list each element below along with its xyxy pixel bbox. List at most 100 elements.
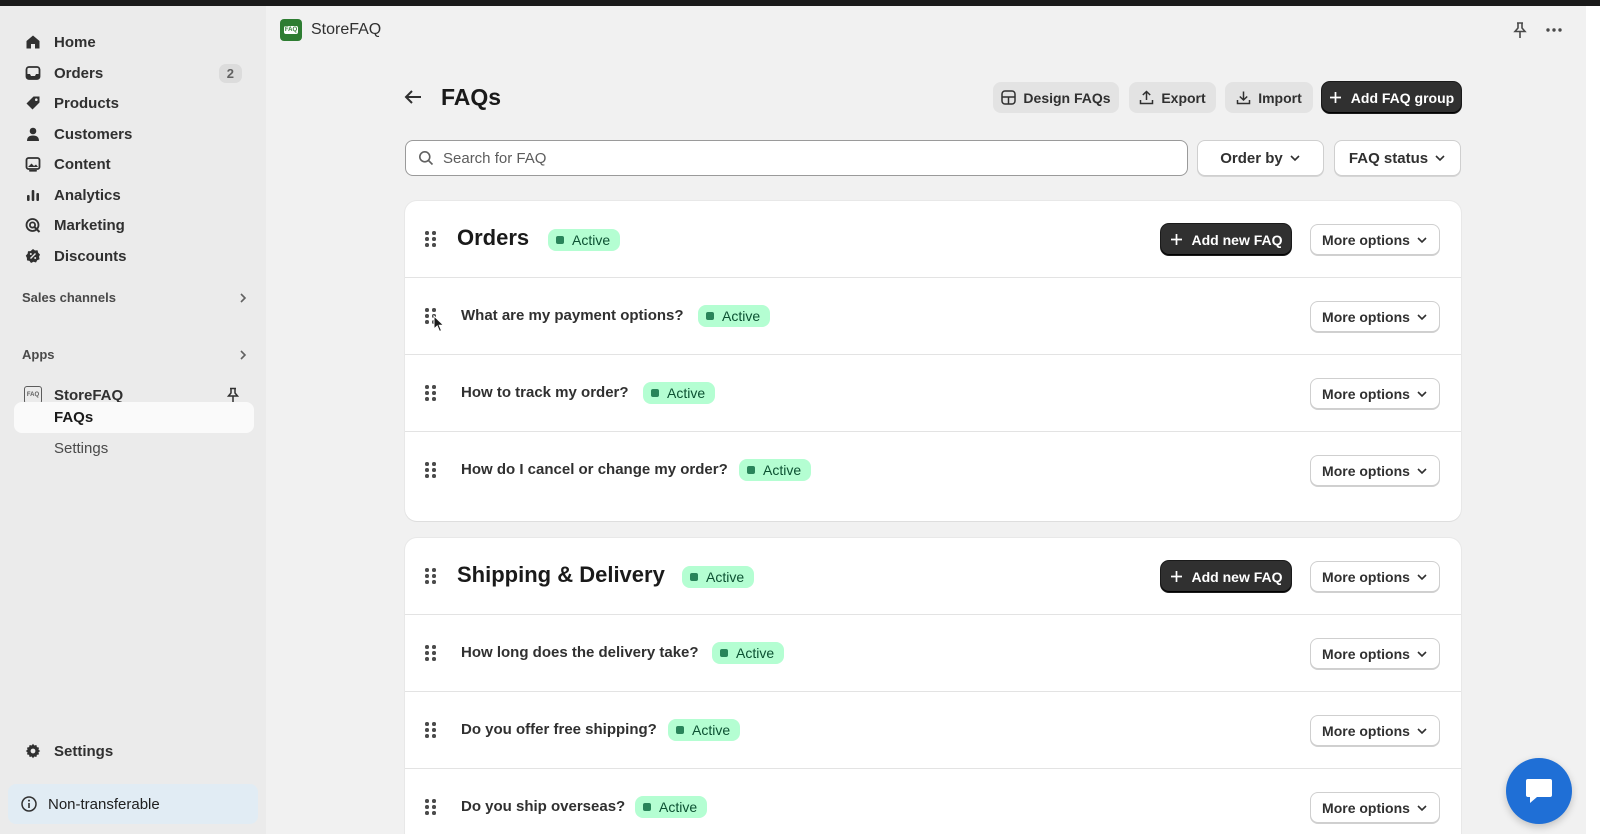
more-options-button[interactable]: More options <box>1310 561 1440 592</box>
faq-question[interactable]: What are my payment options? <box>461 307 684 324</box>
add-new-faq-label: Add new FAQ <box>1191 568 1283 585</box>
more-options-label: More options <box>1322 645 1410 662</box>
sidebar-item-analytics[interactable]: Analytics <box>14 180 254 210</box>
drag-handle-icon[interactable] <box>425 722 439 738</box>
import-button[interactable]: Import <box>1225 82 1313 113</box>
plus-icon <box>1170 232 1186 248</box>
faq-row: Do you ship overseas? Active More option… <box>405 769 1461 834</box>
export-button[interactable]: Export <box>1129 82 1216 113</box>
non-transferable-banner[interactable]: Non-transferable <box>8 784 258 824</box>
chevron-down-icon <box>1417 804 1427 811</box>
sidebar-subitem-settings[interactable]: Settings <box>14 433 254 464</box>
sales-channels-label: Sales channels <box>22 290 116 305</box>
sidebar-item-customers[interactable]: Customers <box>14 119 254 149</box>
pin-icon[interactable] <box>1510 20 1530 40</box>
more-options-button[interactable]: More options <box>1310 378 1440 409</box>
sidebar-subitem-label: Settings <box>54 440 109 457</box>
add-new-faq-label: Add new FAQ <box>1191 231 1283 248</box>
more-options-label: More options <box>1322 722 1410 739</box>
drag-handle-icon[interactable] <box>425 462 439 478</box>
more-options-button[interactable]: More options <box>1310 792 1440 823</box>
drag-handle-icon[interactable] <box>425 645 439 661</box>
sidebar-app-label: StoreFAQ <box>54 386 124 404</box>
sidebar-item-label: Orders <box>54 64 104 82</box>
more-options-button[interactable]: More options <box>1310 455 1440 486</box>
storefaq-logo: FAQ <box>280 19 302 41</box>
import-label: Import <box>1258 89 1302 106</box>
more-options-label: More options <box>1322 308 1410 325</box>
more-horizontal-icon[interactable] <box>1544 20 1564 40</box>
sidebar-item-orders[interactable]: Orders 2 <box>14 58 254 88</box>
sidebar-item-products[interactable]: Products <box>14 88 254 118</box>
group-title: Orders <box>457 225 530 250</box>
apps-label: Apps <box>22 347 55 362</box>
gear-icon <box>24 742 42 760</box>
status-badge: Active <box>698 305 771 327</box>
sidebar-item-settings[interactable]: Settings <box>14 736 254 766</box>
order-by-dropdown[interactable]: Order by <box>1197 140 1324 176</box>
faq-row: What are my payment options? Active More… <box>405 278 1461 355</box>
faq-question[interactable]: Do you offer free shipping? <box>461 721 657 738</box>
status-dot-icon <box>747 466 755 474</box>
drag-handle-icon[interactable] <box>425 799 439 815</box>
faq-question[interactable]: How do I cancel or change my order? <box>461 461 728 478</box>
target-icon <box>24 216 42 234</box>
sidebar-item-marketing[interactable]: Marketing <box>14 210 254 240</box>
back-arrow-icon[interactable] <box>402 87 424 107</box>
chevron-down-icon <box>1417 390 1427 397</box>
design-faqs-button[interactable]: Design FAQs <box>993 82 1119 113</box>
sidebar: Home Orders 2 Products Customers Content… <box>0 6 266 834</box>
sidebar-item-home[interactable]: Home <box>14 27 254 57</box>
sidebar-item-label: Content <box>54 155 111 173</box>
drag-handle-icon[interactable] <box>425 385 439 401</box>
search-input[interactable] <box>443 149 1143 167</box>
faq-search-box[interactable] <box>405 140 1188 176</box>
download-icon <box>1236 90 1252 106</box>
status-badge: Active <box>548 229 621 251</box>
add-faq-group-button[interactable]: Add FAQ group <box>1322 82 1461 113</box>
status-dot-icon <box>643 803 651 811</box>
status-dot-icon <box>690 573 698 581</box>
sales-channels-section[interactable]: Sales channels <box>22 290 250 305</box>
more-options-button[interactable]: More options <box>1310 301 1440 332</box>
chevron-right-icon <box>240 349 247 360</box>
add-new-faq-button[interactable]: Add new FAQ <box>1161 224 1291 255</box>
apps-section[interactable]: Apps <box>22 347 250 362</box>
status-dot-icon <box>651 389 659 397</box>
chat-widget-button[interactable] <box>1506 758 1572 824</box>
app-header: FAQ StoreFAQ <box>266 6 1586 54</box>
more-options-label: More options <box>1322 568 1410 585</box>
home-icon <box>24 33 42 51</box>
status-badge: Active <box>682 566 755 588</box>
orders-count-badge: 2 <box>218 63 242 83</box>
chevron-down-icon <box>1417 236 1427 243</box>
sidebar-subitem-label: FAQs <box>54 409 94 426</box>
more-options-label: More options <box>1322 462 1410 479</box>
status-dot-icon <box>556 236 564 244</box>
faq-question[interactable]: Do you ship overseas? <box>461 798 625 815</box>
sidebar-item-discounts[interactable]: Discounts <box>14 241 254 271</box>
pin-icon[interactable] <box>226 387 240 403</box>
search-icon <box>419 151 434 166</box>
drag-handle-icon[interactable] <box>425 568 439 584</box>
inbox-icon <box>24 64 42 82</box>
sidebar-subitem-faqs[interactable]: FAQs <box>14 402 254 433</box>
drag-handle-icon[interactable] <box>425 231 439 247</box>
chevron-down-icon <box>1417 727 1427 734</box>
faq-status-dropdown[interactable]: FAQ status <box>1334 140 1461 176</box>
sidebar-item-label: Analytics <box>54 186 121 204</box>
more-options-button[interactable]: More options <box>1310 715 1440 746</box>
window-right-edge <box>1586 6 1600 834</box>
status-badge: Active <box>739 459 812 481</box>
group-header-row: Orders Active Add new FAQ More options <box>405 201 1461 278</box>
page-title: FAQs <box>441 84 502 110</box>
more-options-button[interactable]: More options <box>1310 224 1440 255</box>
add-new-faq-button[interactable]: Add new FAQ <box>1161 561 1291 592</box>
sidebar-item-content[interactable]: Content <box>14 149 254 179</box>
faq-row: Do you offer free shipping? Active More … <box>405 692 1461 769</box>
more-options-label: More options <box>1322 799 1410 816</box>
chevron-down-icon <box>1417 573 1427 580</box>
more-options-button[interactable]: More options <box>1310 638 1440 669</box>
faq-question[interactable]: How long does the delivery take? <box>461 644 699 661</box>
faq-question[interactable]: How to track my order? <box>461 384 629 401</box>
